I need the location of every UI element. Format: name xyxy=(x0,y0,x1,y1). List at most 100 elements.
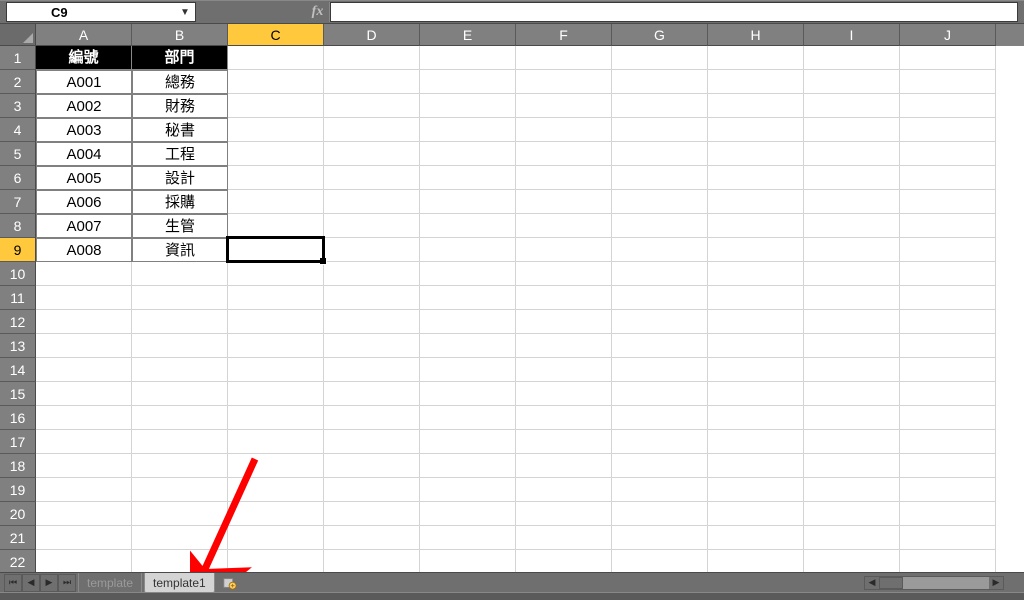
cell-h4[interactable] xyxy=(708,118,804,142)
scroll-left-icon[interactable]: ◀ xyxy=(865,577,879,589)
cell-h18[interactable] xyxy=(708,454,804,478)
cell-c22[interactable] xyxy=(228,550,324,572)
cell-f22[interactable] xyxy=(516,550,612,572)
cell-f12[interactable] xyxy=(516,310,612,334)
cell-g14[interactable] xyxy=(612,358,708,382)
fx-button[interactable]: fx xyxy=(306,2,330,22)
cell-g15[interactable] xyxy=(612,382,708,406)
cell-g7[interactable] xyxy=(612,190,708,214)
cell-f3[interactable] xyxy=(516,94,612,118)
cell-i17[interactable] xyxy=(804,430,900,454)
cell-d10[interactable] xyxy=(324,262,420,286)
cell-c8[interactable] xyxy=(228,214,324,238)
cell-a4[interactable]: A003 xyxy=(36,118,132,142)
cell-b11[interactable] xyxy=(132,286,228,310)
sheet-nav-first-icon[interactable]: ⏮ xyxy=(4,574,22,592)
cell-b6[interactable]: 設計 xyxy=(132,166,228,190)
row-header-22[interactable]: 22 xyxy=(0,550,36,572)
sheet-tab-template1[interactable]: template1 xyxy=(144,573,215,593)
cell-a17[interactable] xyxy=(36,430,132,454)
cell-c2[interactable] xyxy=(228,70,324,94)
cell-i11[interactable] xyxy=(804,286,900,310)
row-header-10[interactable]: 10 xyxy=(0,262,36,286)
cell-i2[interactable] xyxy=(804,70,900,94)
formula-input[interactable] xyxy=(330,2,1018,22)
cell-b15[interactable] xyxy=(132,382,228,406)
cell-e18[interactable] xyxy=(420,454,516,478)
cell-c6[interactable] xyxy=(228,166,324,190)
row-header-7[interactable]: 7 xyxy=(0,190,36,214)
row-header-21[interactable]: 21 xyxy=(0,526,36,550)
column-header-e[interactable]: E xyxy=(420,24,516,46)
cell-f2[interactable] xyxy=(516,70,612,94)
cell-b7[interactable]: 採購 xyxy=(132,190,228,214)
cell-i12[interactable] xyxy=(804,310,900,334)
cell-j5[interactable] xyxy=(900,142,996,166)
cell-h9[interactable] xyxy=(708,238,804,262)
column-header-j[interactable]: J xyxy=(900,24,996,46)
cell-h20[interactable] xyxy=(708,502,804,526)
sheet-nav-next-icon[interactable]: ▶ xyxy=(40,574,58,592)
cell-e19[interactable] xyxy=(420,478,516,502)
cell-e13[interactable] xyxy=(420,334,516,358)
cell-f13[interactable] xyxy=(516,334,612,358)
cell-j17[interactable] xyxy=(900,430,996,454)
cell-d21[interactable] xyxy=(324,526,420,550)
cell-i18[interactable] xyxy=(804,454,900,478)
cell-j4[interactable] xyxy=(900,118,996,142)
cell-c18[interactable] xyxy=(228,454,324,478)
cell-f6[interactable] xyxy=(516,166,612,190)
cell-j22[interactable] xyxy=(900,550,996,572)
cell-f16[interactable] xyxy=(516,406,612,430)
cell-f21[interactable] xyxy=(516,526,612,550)
cell-d19[interactable] xyxy=(324,478,420,502)
cell-h6[interactable] xyxy=(708,166,804,190)
cell-e3[interactable] xyxy=(420,94,516,118)
cell-h16[interactable] xyxy=(708,406,804,430)
cell-g2[interactable] xyxy=(612,70,708,94)
cell-i15[interactable] xyxy=(804,382,900,406)
cell-b18[interactable] xyxy=(132,454,228,478)
cell-h22[interactable] xyxy=(708,550,804,572)
cell-a11[interactable] xyxy=(36,286,132,310)
cell-d11[interactable] xyxy=(324,286,420,310)
cell-c21[interactable] xyxy=(228,526,324,550)
row-header-11[interactable]: 11 xyxy=(0,286,36,310)
cell-c10[interactable] xyxy=(228,262,324,286)
cell-j14[interactable] xyxy=(900,358,996,382)
cell-e2[interactable] xyxy=(420,70,516,94)
cell-g22[interactable] xyxy=(612,550,708,572)
cell-g17[interactable] xyxy=(612,430,708,454)
cell-f10[interactable] xyxy=(516,262,612,286)
cell-a19[interactable] xyxy=(36,478,132,502)
cell-f1[interactable] xyxy=(516,46,612,70)
cell-c3[interactable] xyxy=(228,94,324,118)
column-header-b[interactable]: B xyxy=(132,24,228,46)
cell-j7[interactable] xyxy=(900,190,996,214)
cell-d13[interactable] xyxy=(324,334,420,358)
cell-c1[interactable] xyxy=(228,46,324,70)
cell-a12[interactable] xyxy=(36,310,132,334)
cell-d17[interactable] xyxy=(324,430,420,454)
cell-e12[interactable] xyxy=(420,310,516,334)
cell-f14[interactable] xyxy=(516,358,612,382)
cell-j18[interactable] xyxy=(900,454,996,478)
cell-g8[interactable] xyxy=(612,214,708,238)
cell-g9[interactable] xyxy=(612,238,708,262)
cell-b12[interactable] xyxy=(132,310,228,334)
cell-h19[interactable] xyxy=(708,478,804,502)
row-header-3[interactable]: 3 xyxy=(0,94,36,118)
cell-d14[interactable] xyxy=(324,358,420,382)
cell-g20[interactable] xyxy=(612,502,708,526)
cell-b9[interactable]: 資訊 xyxy=(132,238,228,262)
cell-e17[interactable] xyxy=(420,430,516,454)
cell-f9[interactable] xyxy=(516,238,612,262)
cell-i19[interactable] xyxy=(804,478,900,502)
cell-f20[interactable] xyxy=(516,502,612,526)
cell-g11[interactable] xyxy=(612,286,708,310)
column-header-d[interactable]: D xyxy=(324,24,420,46)
cell-f18[interactable] xyxy=(516,454,612,478)
cell-j2[interactable] xyxy=(900,70,996,94)
cell-g12[interactable] xyxy=(612,310,708,334)
row-header-14[interactable]: 14 xyxy=(0,358,36,382)
